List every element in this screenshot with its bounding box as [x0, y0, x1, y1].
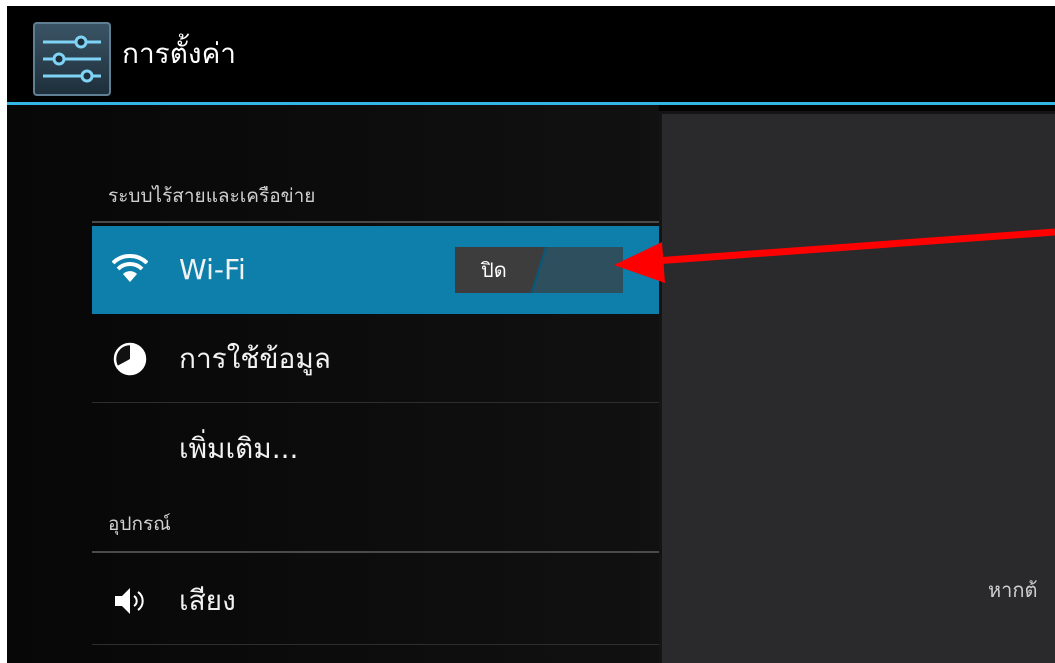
- list-divider: [92, 402, 659, 403]
- wifi-toggle-label: ปิด: [481, 258, 507, 282]
- wifi-toggle[interactable]: ปิด: [455, 247, 623, 293]
- action-bar: การตั้งค่า: [7, 6, 1055, 102]
- data-usage-icon: [113, 342, 147, 376]
- wifi-icon: [112, 253, 148, 282]
- settings-item-data-usage-label: การใช้ข้อมูล: [179, 342, 331, 375]
- settings-list: ระบบไร้สายและเครือข่าย Wi-Fi ปิด การใช้ข…: [92, 105, 659, 663]
- settings-item-more-label: เพิ่มเติม...: [179, 432, 299, 465]
- speaker-icon: [115, 588, 144, 614]
- settings-item-more[interactable]: เพิ่มเติม...: [92, 405, 659, 493]
- settings-item-sound[interactable]: เสียง: [92, 557, 659, 645]
- settings-sliders-icon[interactable]: [33, 22, 111, 96]
- settings-item-wifi[interactable]: Wi-Fi ปิด: [92, 226, 659, 314]
- settings-item-data-usage[interactable]: การใช้ข้อมูล: [92, 315, 659, 403]
- section-header-device: อุปกรณ์: [92, 499, 659, 553]
- screenshot-frame: การตั้งค่า ระบบไร้สายและเครือข่าย Wi-Fi …: [0, 0, 1055, 663]
- detail-panel-text: หากต้: [988, 578, 1038, 602]
- page-title: การตั้งค่า: [122, 37, 237, 70]
- wifi-toggle-track: [533, 247, 623, 293]
- section-header-device-label: อุปกรณ์: [108, 513, 171, 535]
- settings-item-sound-label: เสียง: [179, 584, 236, 617]
- frame-border-left: [0, 0, 7, 663]
- section-header-wireless-label: ระบบไร้สายและเครือข่าย: [108, 185, 316, 207]
- section-header-rule: [92, 551, 659, 553]
- section-header-wireless: ระบบไร้สายและเครือข่าย: [92, 173, 659, 223]
- settings-item-wifi-label: Wi-Fi: [179, 253, 246, 286]
- list-divider: [92, 644, 659, 645]
- section-header-rule: [92, 221, 659, 223]
